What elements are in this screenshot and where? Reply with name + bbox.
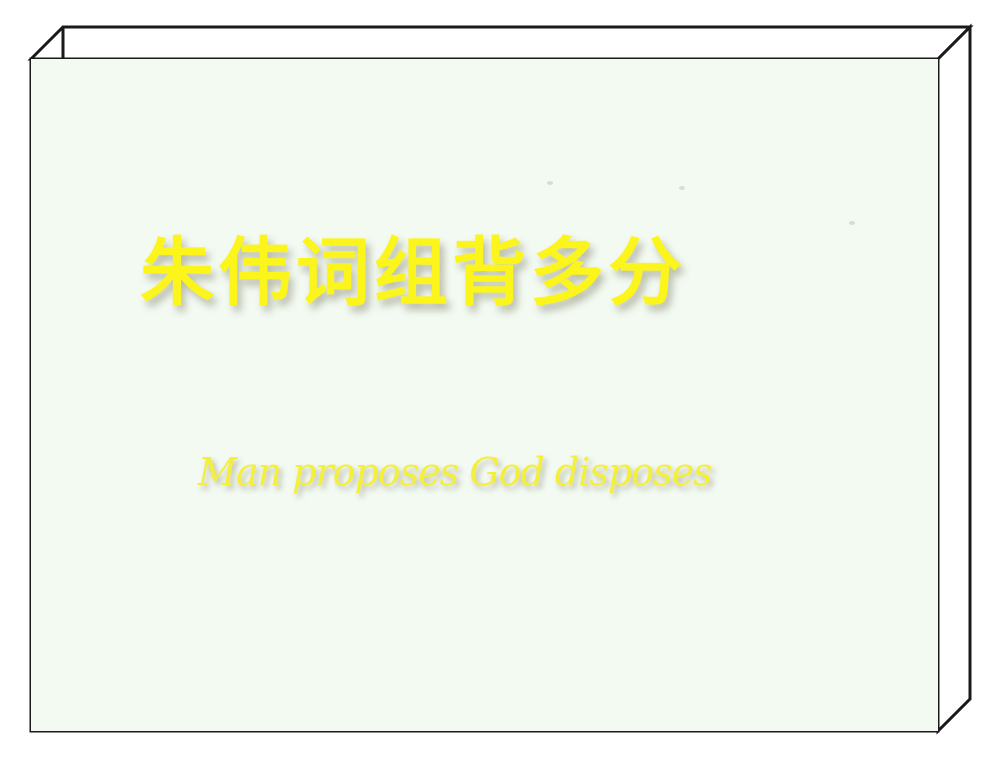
box-top-face bbox=[27, 25, 974, 61]
slide-subtitle: Man proposes God disposes bbox=[198, 450, 713, 494]
box-right-face bbox=[936, 23, 972, 735]
speck-decoration bbox=[679, 186, 685, 190]
speck-decoration bbox=[547, 181, 553, 185]
front-panel bbox=[31, 59, 938, 731]
slide-title: 朱伟词组背多分 bbox=[140, 230, 686, 316]
